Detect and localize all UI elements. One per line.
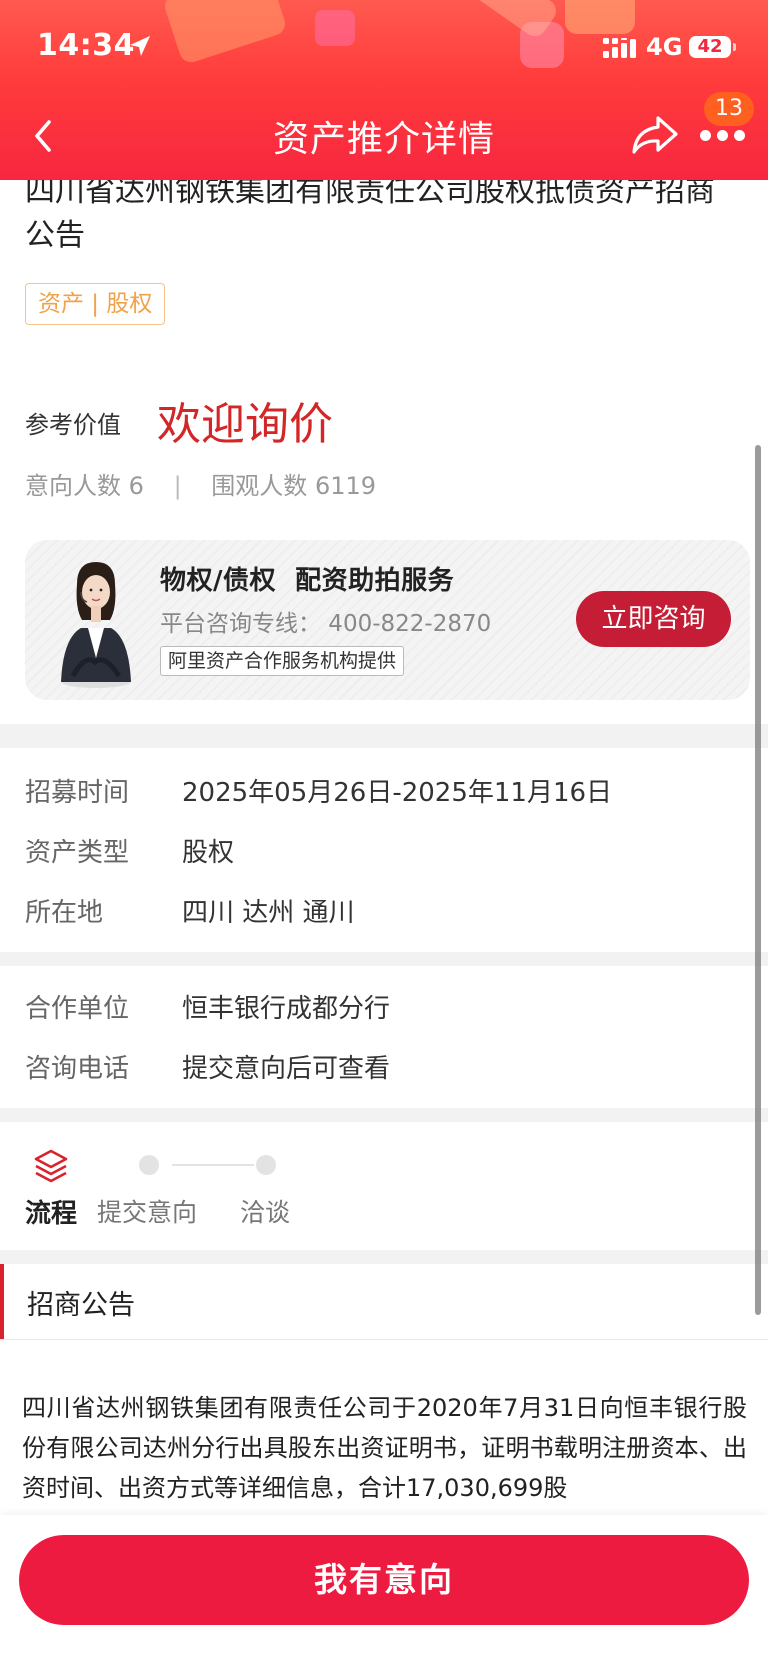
detail-value: 股权 (182, 838, 235, 868)
service-title: 物权/债权 配资助拍服务 (160, 566, 455, 596)
bottom-action-bar: 我有意向 (0, 1515, 768, 1663)
detail-value: 2025年05月26日-2025年11月16日 (182, 778, 613, 808)
stats-separator: | (173, 472, 182, 500)
reference-value: 欢迎询价 (157, 399, 333, 450)
detail-value: 四川 达州 通川 (182, 898, 355, 928)
section-divider (0, 724, 768, 748)
provider-tag: 阿里资产合作服务机构提供 (160, 646, 405, 676)
intent-label: 意向人数 (25, 472, 121, 500)
notice-section-title: 招商公告 (27, 1290, 135, 1321)
detail-label: 咨询电话 (25, 1054, 130, 1084)
location-arrow-icon (130, 36, 150, 56)
section-divider (0, 952, 768, 966)
section-divider (0, 1250, 768, 1264)
express-intent-button[interactable]: 我有意向 (19, 1535, 749, 1625)
detail-label: 合作单位 (25, 994, 130, 1024)
hotline-text: 平台咨询专线： 400-822-2870 (160, 611, 492, 637)
consult-service-card[interactable]: 物权/债权 配资助拍服务 平台咨询专线： 400-822-2870 阿里资产合作… (25, 540, 750, 700)
views-count: 6119 (314, 472, 377, 500)
intent-count: 6 (128, 472, 144, 500)
process-step-submit-intent: 提交意向 (97, 1198, 198, 1227)
detail-value: 恒丰银行成都分行 (182, 994, 391, 1024)
share-icon[interactable] (630, 112, 680, 158)
reference-value-label: 参考价值 (25, 411, 121, 439)
layers-icon (34, 1149, 68, 1183)
detail-label: 所在地 (25, 898, 104, 928)
section-divider (0, 1108, 768, 1122)
header-decoration (315, 10, 355, 46)
top-header: 14:34 4G 42 资产推介详情 (0, 0, 768, 180)
more-icon[interactable] (700, 126, 746, 146)
stats-row: 意向人数 6 | 围观人数 6119 (25, 466, 376, 501)
consult-now-button[interactable]: 立即咨询 (576, 591, 731, 647)
process-step-dot (139, 1155, 159, 1175)
asset-category-tag: 资产 | 股权 (25, 283, 166, 325)
views-label: 围观人数 (211, 472, 308, 500)
section-accent-bar (0, 1264, 4, 1339)
battery-tip (733, 43, 736, 51)
battery-indicator: 42 (689, 36, 731, 58)
detail-value: 提交意向后可查看 (182, 1054, 391, 1084)
process-step-negotiate: 洽谈 (240, 1198, 291, 1227)
process-label: 流程 (25, 1199, 78, 1229)
network-type: 4G (646, 33, 683, 61)
asset-title: 四川省达州钢铁集团有限责任公司股权抵债资产招商公告 (25, 174, 715, 253)
header-decoration (161, 0, 289, 66)
detail-label: 招募时间 (25, 778, 130, 808)
message-badge: 13 (704, 92, 754, 126)
header-decoration (565, 0, 635, 34)
detail-label: 资产类型 (25, 838, 130, 868)
signal-icon (603, 38, 636, 58)
process-connector (172, 1164, 254, 1166)
customer-service-agent-avatar (61, 562, 131, 688)
status-time: 14:34 (37, 28, 135, 63)
scrollbar[interactable] (755, 445, 761, 1315)
notice-body: 四川省达州钢铁集团有限责任公司于2020年7月31日向恒丰银行股份有限公司达州分… (22, 1394, 747, 1502)
notice-section-header: 招商公告 (0, 1264, 768, 1340)
process-step-dot (256, 1155, 276, 1175)
